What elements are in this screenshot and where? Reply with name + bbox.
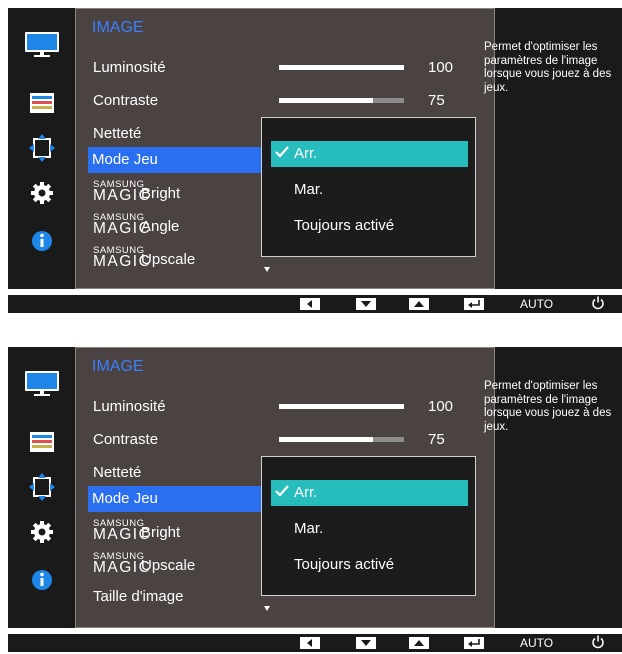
dropdown-option[interactable]: Toujours activé (271, 213, 468, 239)
magic-suffix: Bright (141, 524, 181, 541)
color-bars-icon[interactable] (22, 427, 62, 457)
menu-item-label: Luminosité (93, 398, 166, 415)
menu-title: IMAGE (92, 19, 144, 36)
dropdown-option-label: Toujours activé (294, 556, 395, 573)
menu-item-label: Mode Jeu (92, 490, 158, 507)
monitor-icon[interactable] (22, 369, 62, 399)
dropdown-option[interactable]: Arr. (271, 141, 468, 167)
mode-jeu-dropdown[interactable]: Arr. Mar. Toujours activé (261, 456, 476, 596)
menu-item-label: Mode Jeu (92, 151, 158, 168)
menu-item-label: Contraste (93, 92, 159, 109)
dropdown-option-label: Arr. (294, 484, 318, 501)
up-arrow-icon[interactable] (409, 298, 429, 310)
menu-title: IMAGE (92, 358, 144, 375)
dropdown-option-label: Arr. (294, 145, 318, 162)
checkmark-icon (274, 483, 290, 503)
auto-button[interactable]: AUTO (520, 297, 553, 311)
osd-frame: IMAGE Luminosité Contraste Netteté Mode Jeu… (8, 8, 622, 289)
menu-item-label: Taille d'image (93, 588, 184, 605)
image-menu: IMAGE Luminosité Contraste Netteté Mode Jeu… (75, 347, 495, 628)
osd-panel-1: IMAGE Luminosité Contraste Netteté Mode Jeu… (0, 8, 622, 313)
down-arrow-icon[interactable] (356, 298, 376, 310)
magic-suffix: Upscale (141, 251, 196, 268)
osd-frame: IMAGE Luminosité Contraste Netteté Mode Jeu… (8, 347, 622, 628)
luminosite-value: 100 (428, 59, 454, 76)
magic-suffix: Angle (141, 218, 180, 235)
up-arrow-icon[interactable] (409, 637, 429, 649)
auto-button[interactable]: AUTO (520, 636, 553, 650)
info-icon[interactable] (22, 565, 62, 595)
dropdown-option[interactable]: Toujours activé (271, 552, 468, 578)
info-icon[interactable] (22, 226, 62, 256)
dropdown-option[interactable]: Mar. (271, 516, 468, 542)
dropdown-option-label: Mar. (294, 181, 324, 198)
enter-icon[interactable] (464, 637, 484, 649)
image-menu: IMAGE Luminosité Contraste Netteté Mode Jeu… (75, 8, 495, 289)
category-sidebar (8, 347, 74, 628)
luminosite-slider-fill (279, 65, 404, 70)
luminosite-slider-fill (279, 404, 404, 409)
control-bar: AUTO (8, 295, 622, 313)
gear-icon[interactable] (22, 517, 62, 547)
menu-item-label: Luminosité (93, 59, 166, 76)
control-bar: AUTO (8, 634, 622, 652)
contraste-slider[interactable] (279, 98, 404, 103)
dropdown-option[interactable]: Arr. (271, 480, 468, 506)
enter-icon[interactable] (464, 298, 484, 310)
contraste-slider[interactable] (279, 437, 404, 442)
resize-icon[interactable] (22, 472, 62, 502)
dropdown-option[interactable]: Mar. (271, 177, 468, 203)
scroll-down-arrow-icon[interactable] (264, 267, 270, 272)
mode-jeu-dropdown[interactable]: Arr. Mar. Toujours activé (261, 117, 476, 257)
luminosite-slider[interactable] (279, 65, 404, 70)
magic-suffix: Bright (141, 185, 181, 202)
left-arrow-icon[interactable] (300, 298, 320, 310)
luminosite-value: 100 (428, 398, 454, 415)
description-text: Permet d'optimiser les paramètres de l'i… (484, 380, 612, 433)
category-sidebar (8, 8, 74, 289)
monitor-icon[interactable] (22, 30, 62, 60)
menu-item-label: Netteté (93, 464, 142, 481)
scroll-down-arrow-icon[interactable] (264, 606, 270, 611)
dropdown-option-label: Toujours activé (294, 217, 395, 234)
description-text: Permet d'optimiser les paramètres de l'i… (484, 41, 612, 94)
menu-item-label: Contraste (93, 431, 159, 448)
resize-icon[interactable] (22, 133, 62, 163)
down-arrow-icon[interactable] (356, 637, 376, 649)
power-icon[interactable] (591, 296, 605, 315)
osd-panel-2: IMAGE Luminosité Contraste Netteté Mode Jeu… (0, 347, 622, 652)
menu-item-label: Netteté (93, 125, 142, 142)
dropdown-option-label: Mar. (294, 520, 324, 537)
luminosite-slider[interactable] (279, 404, 404, 409)
color-bars-icon[interactable] (22, 88, 62, 118)
left-arrow-icon[interactable] (300, 637, 320, 649)
contraste-slider-fill (279, 437, 373, 442)
gear-icon[interactable] (22, 178, 62, 208)
power-icon[interactable] (591, 635, 605, 654)
contraste-slider-fill (279, 98, 373, 103)
contraste-value: 75 (428, 92, 445, 109)
contraste-value: 75 (428, 431, 445, 448)
magic-suffix: Upscale (141, 557, 196, 574)
checkmark-icon (274, 144, 290, 164)
